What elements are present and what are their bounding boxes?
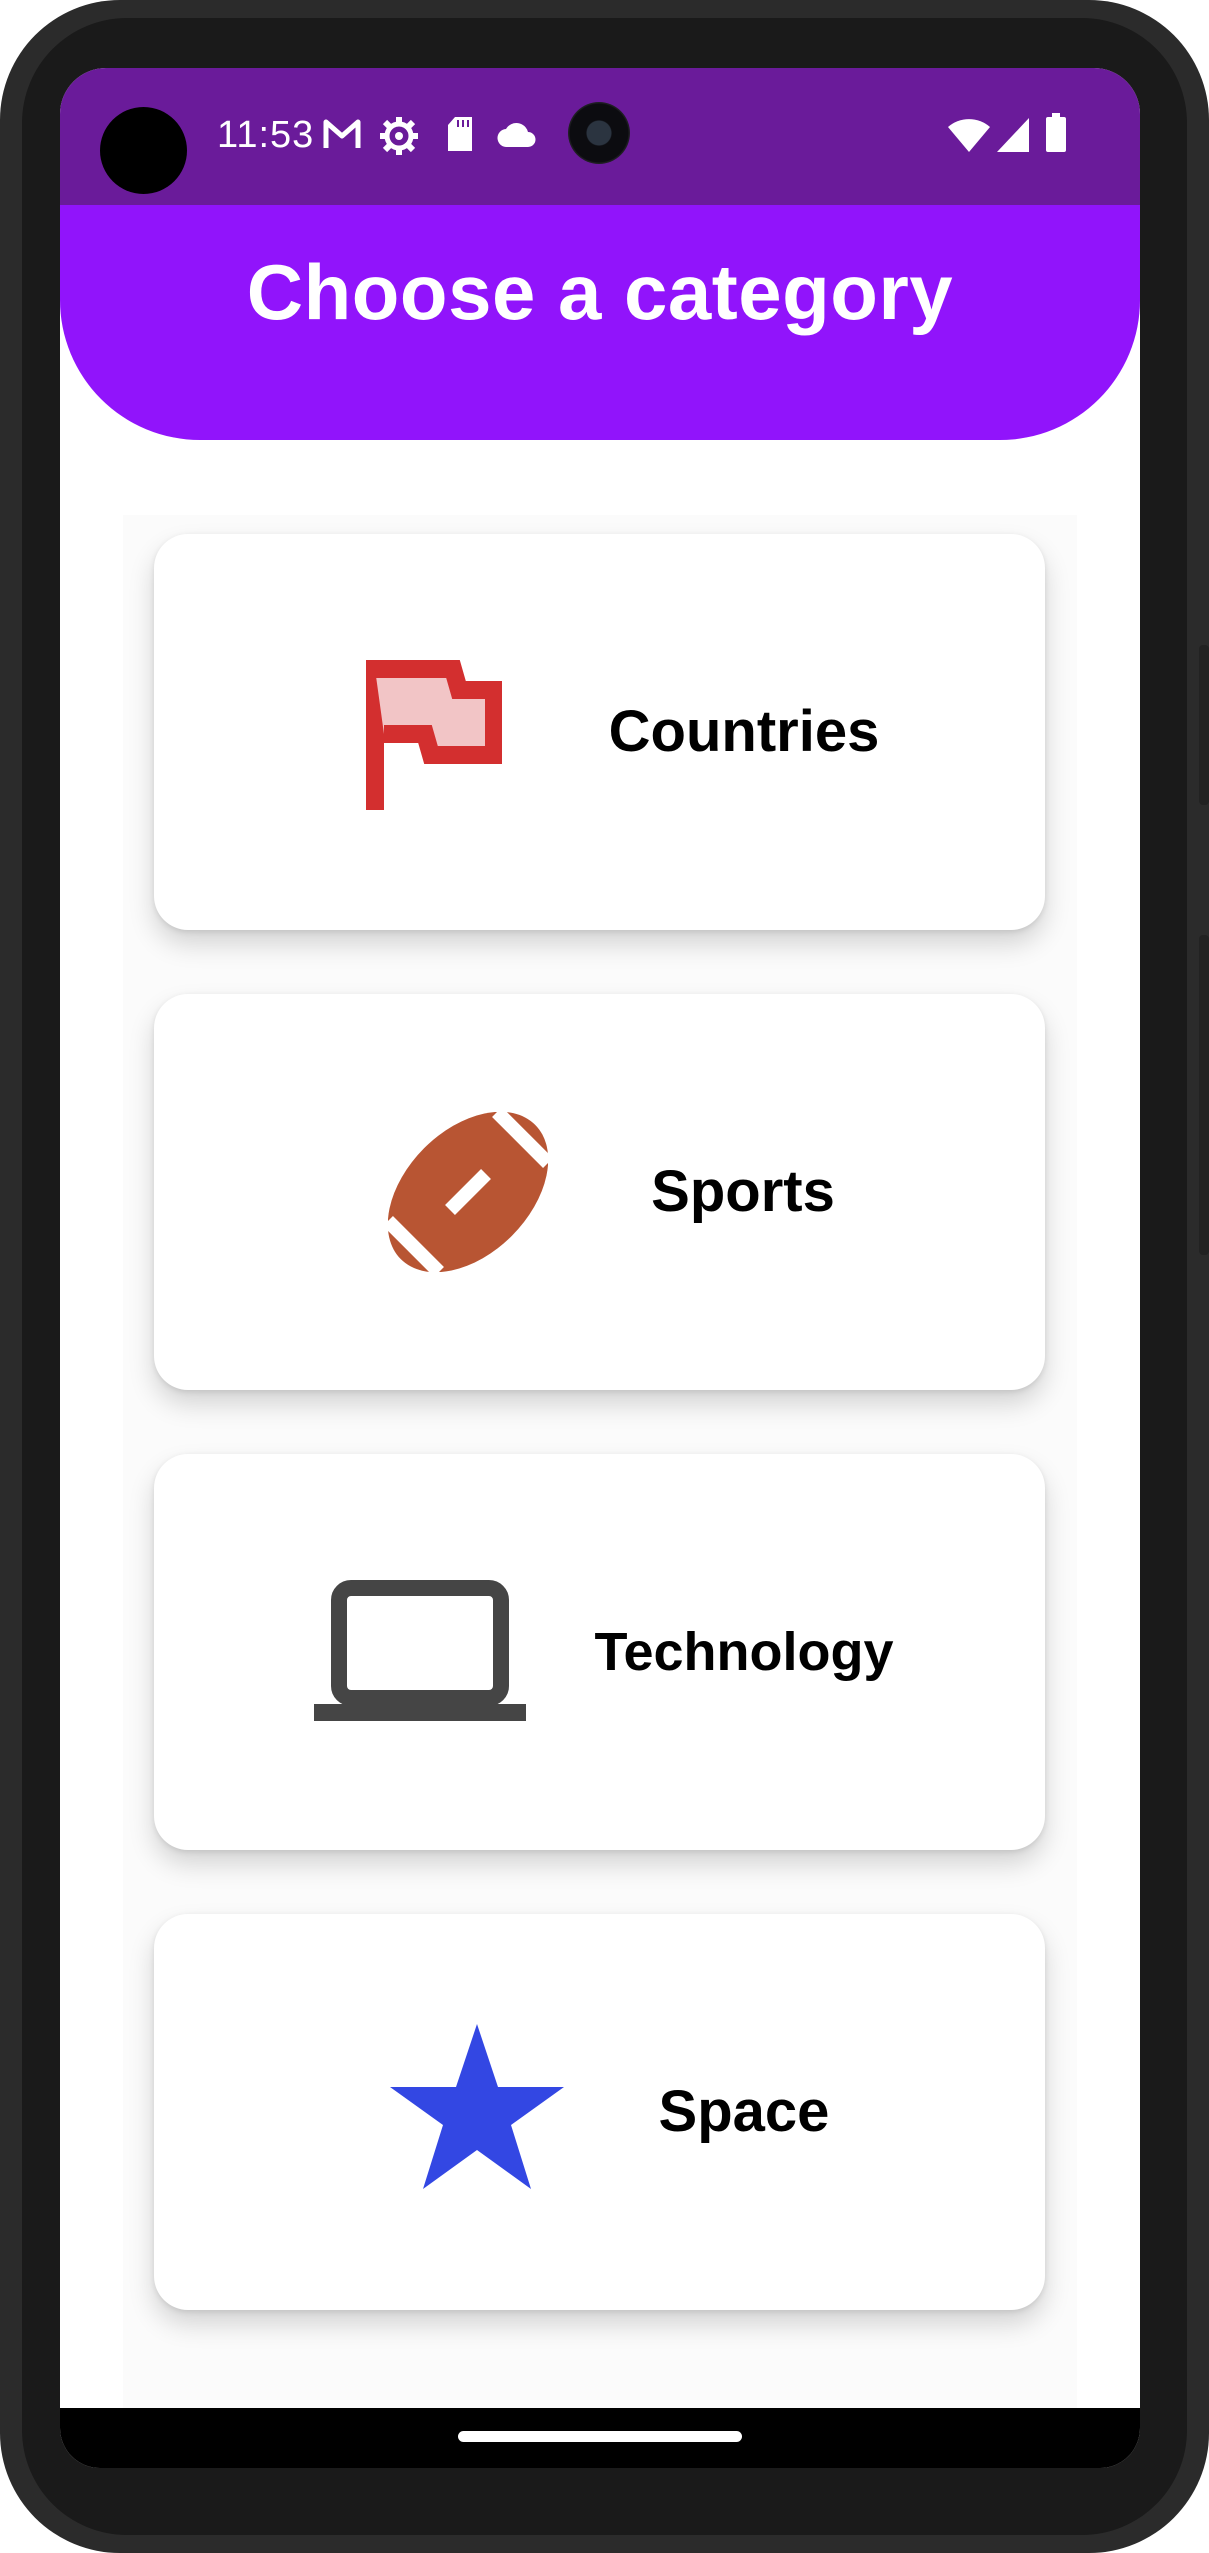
gesture-handle[interactable] <box>458 2431 742 2442</box>
cloud-icon <box>497 122 537 153</box>
category-card-space[interactable]: Space <box>154 1914 1045 2310</box>
power-button <box>1199 645 1209 805</box>
category-label-technology: Technology <box>594 1622 894 1682</box>
volume-button <box>1199 935 1209 1255</box>
wifi-icon <box>947 118 991 159</box>
app-screen: 11:53 Choose a category Countries Sports… <box>60 68 1140 2468</box>
category-label-sports: Sports <box>651 1159 835 1224</box>
sd-card-icon <box>446 116 474 157</box>
settings-gear-icon <box>379 116 419 161</box>
star-icon <box>387 2022 567 2197</box>
phone-frame: 11:53 Choose a category Countries Sports… <box>0 0 1209 2553</box>
status-bar: 11:53 <box>60 68 1140 205</box>
status-time: 11:53 <box>217 114 315 156</box>
flag-icon <box>366 660 503 815</box>
category-label-countries: Countries <box>608 699 880 764</box>
cellular-signal-icon <box>995 116 1031 159</box>
gmail-icon <box>322 116 362 157</box>
page-header: Choose a category <box>60 205 1140 440</box>
football-icon <box>368 1092 568 1277</box>
category-card-sports[interactable]: Sports <box>154 994 1045 1390</box>
front-camera <box>568 102 630 164</box>
category-label-space: Space <box>658 2079 830 2144</box>
laptop-icon <box>314 1580 526 1727</box>
battery-icon <box>1045 113 1067 158</box>
category-card-countries[interactable]: Countries <box>154 534 1045 930</box>
punch-hole <box>100 107 187 194</box>
category-card-technology[interactable]: Technology <box>154 1454 1045 1850</box>
page-title: Choose a category <box>246 248 954 336</box>
